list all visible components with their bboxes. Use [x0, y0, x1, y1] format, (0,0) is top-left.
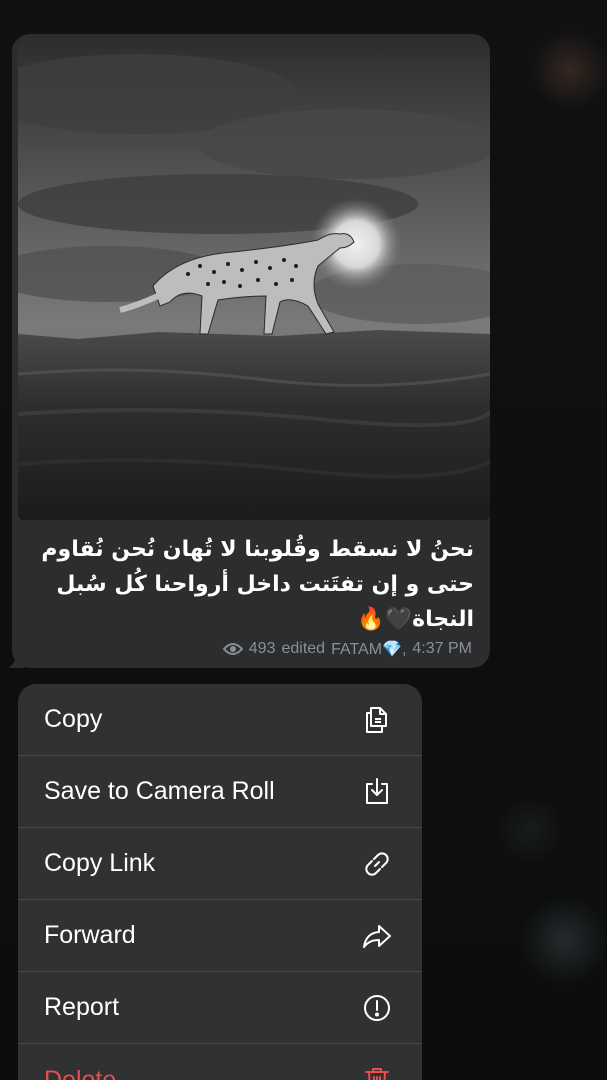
- caption-line: النجاة🖤🔥: [357, 607, 474, 632]
- message-caption: نحنُ لا نسقط وقُلوبنا لا تُهان نُحن نُقا…: [34, 532, 474, 637]
- copy-icon: [360, 703, 394, 737]
- menu-item-label: Copy: [44, 705, 103, 733]
- message-bubble[interactable]: نحنُ لا نسقط وقُلوبنا لا تُهان نُحن نُقا…: [12, 34, 490, 668]
- caption-line: نحنُ لا نسقط وقُلوبنا لا تُهان نُحن نُقا…: [41, 537, 474, 562]
- link-icon: [360, 847, 394, 881]
- caption-line: حتى و إن تفتَتت داخل أرواحنا كُل سُبل: [56, 572, 474, 597]
- menu-item-save-camera-roll[interactable]: Save to Camera Roll: [18, 756, 422, 828]
- menu-item-copy-link[interactable]: Copy Link: [18, 828, 422, 900]
- message-photo[interactable]: [18, 34, 490, 520]
- menu-item-label: Save to Camera Roll: [44, 777, 275, 805]
- menu-item-forward[interactable]: Forward: [18, 900, 422, 972]
- message-meta: 493 edited FATAM💎, 4:37 PM: [222, 639, 472, 659]
- cheetah-photo: [18, 34, 490, 520]
- view-count: 493: [248, 640, 276, 657]
- menu-item-label: Forward: [44, 921, 136, 949]
- edited-label: edited: [281, 640, 326, 657]
- bubble-tail: [8, 648, 24, 668]
- chat-screen: نحنُ لا نسقط وقُلوبنا لا تُهان نُحن نُقا…: [0, 0, 607, 1080]
- author-signature: FATAM💎,: [331, 641, 407, 658]
- menu-item-label: Report: [44, 993, 120, 1021]
- menu-item-label: Copy Link: [44, 849, 156, 877]
- eye-icon: [222, 642, 244, 656]
- menu-item-copy[interactable]: Copy: [18, 684, 422, 756]
- context-menu: Copy Save to Camera Roll Copy Link Forwa…: [18, 684, 422, 1080]
- menu-item-report[interactable]: Report: [18, 972, 422, 1044]
- report-icon: [360, 991, 394, 1025]
- message-time: 4:37 PM: [412, 640, 472, 657]
- menu-item-delete[interactable]: Delete: [18, 1044, 422, 1080]
- download-icon: [360, 775, 394, 809]
- trash-icon: [360, 1063, 394, 1080]
- menu-item-label: Delete: [44, 1065, 117, 1080]
- forward-icon: [360, 919, 394, 953]
